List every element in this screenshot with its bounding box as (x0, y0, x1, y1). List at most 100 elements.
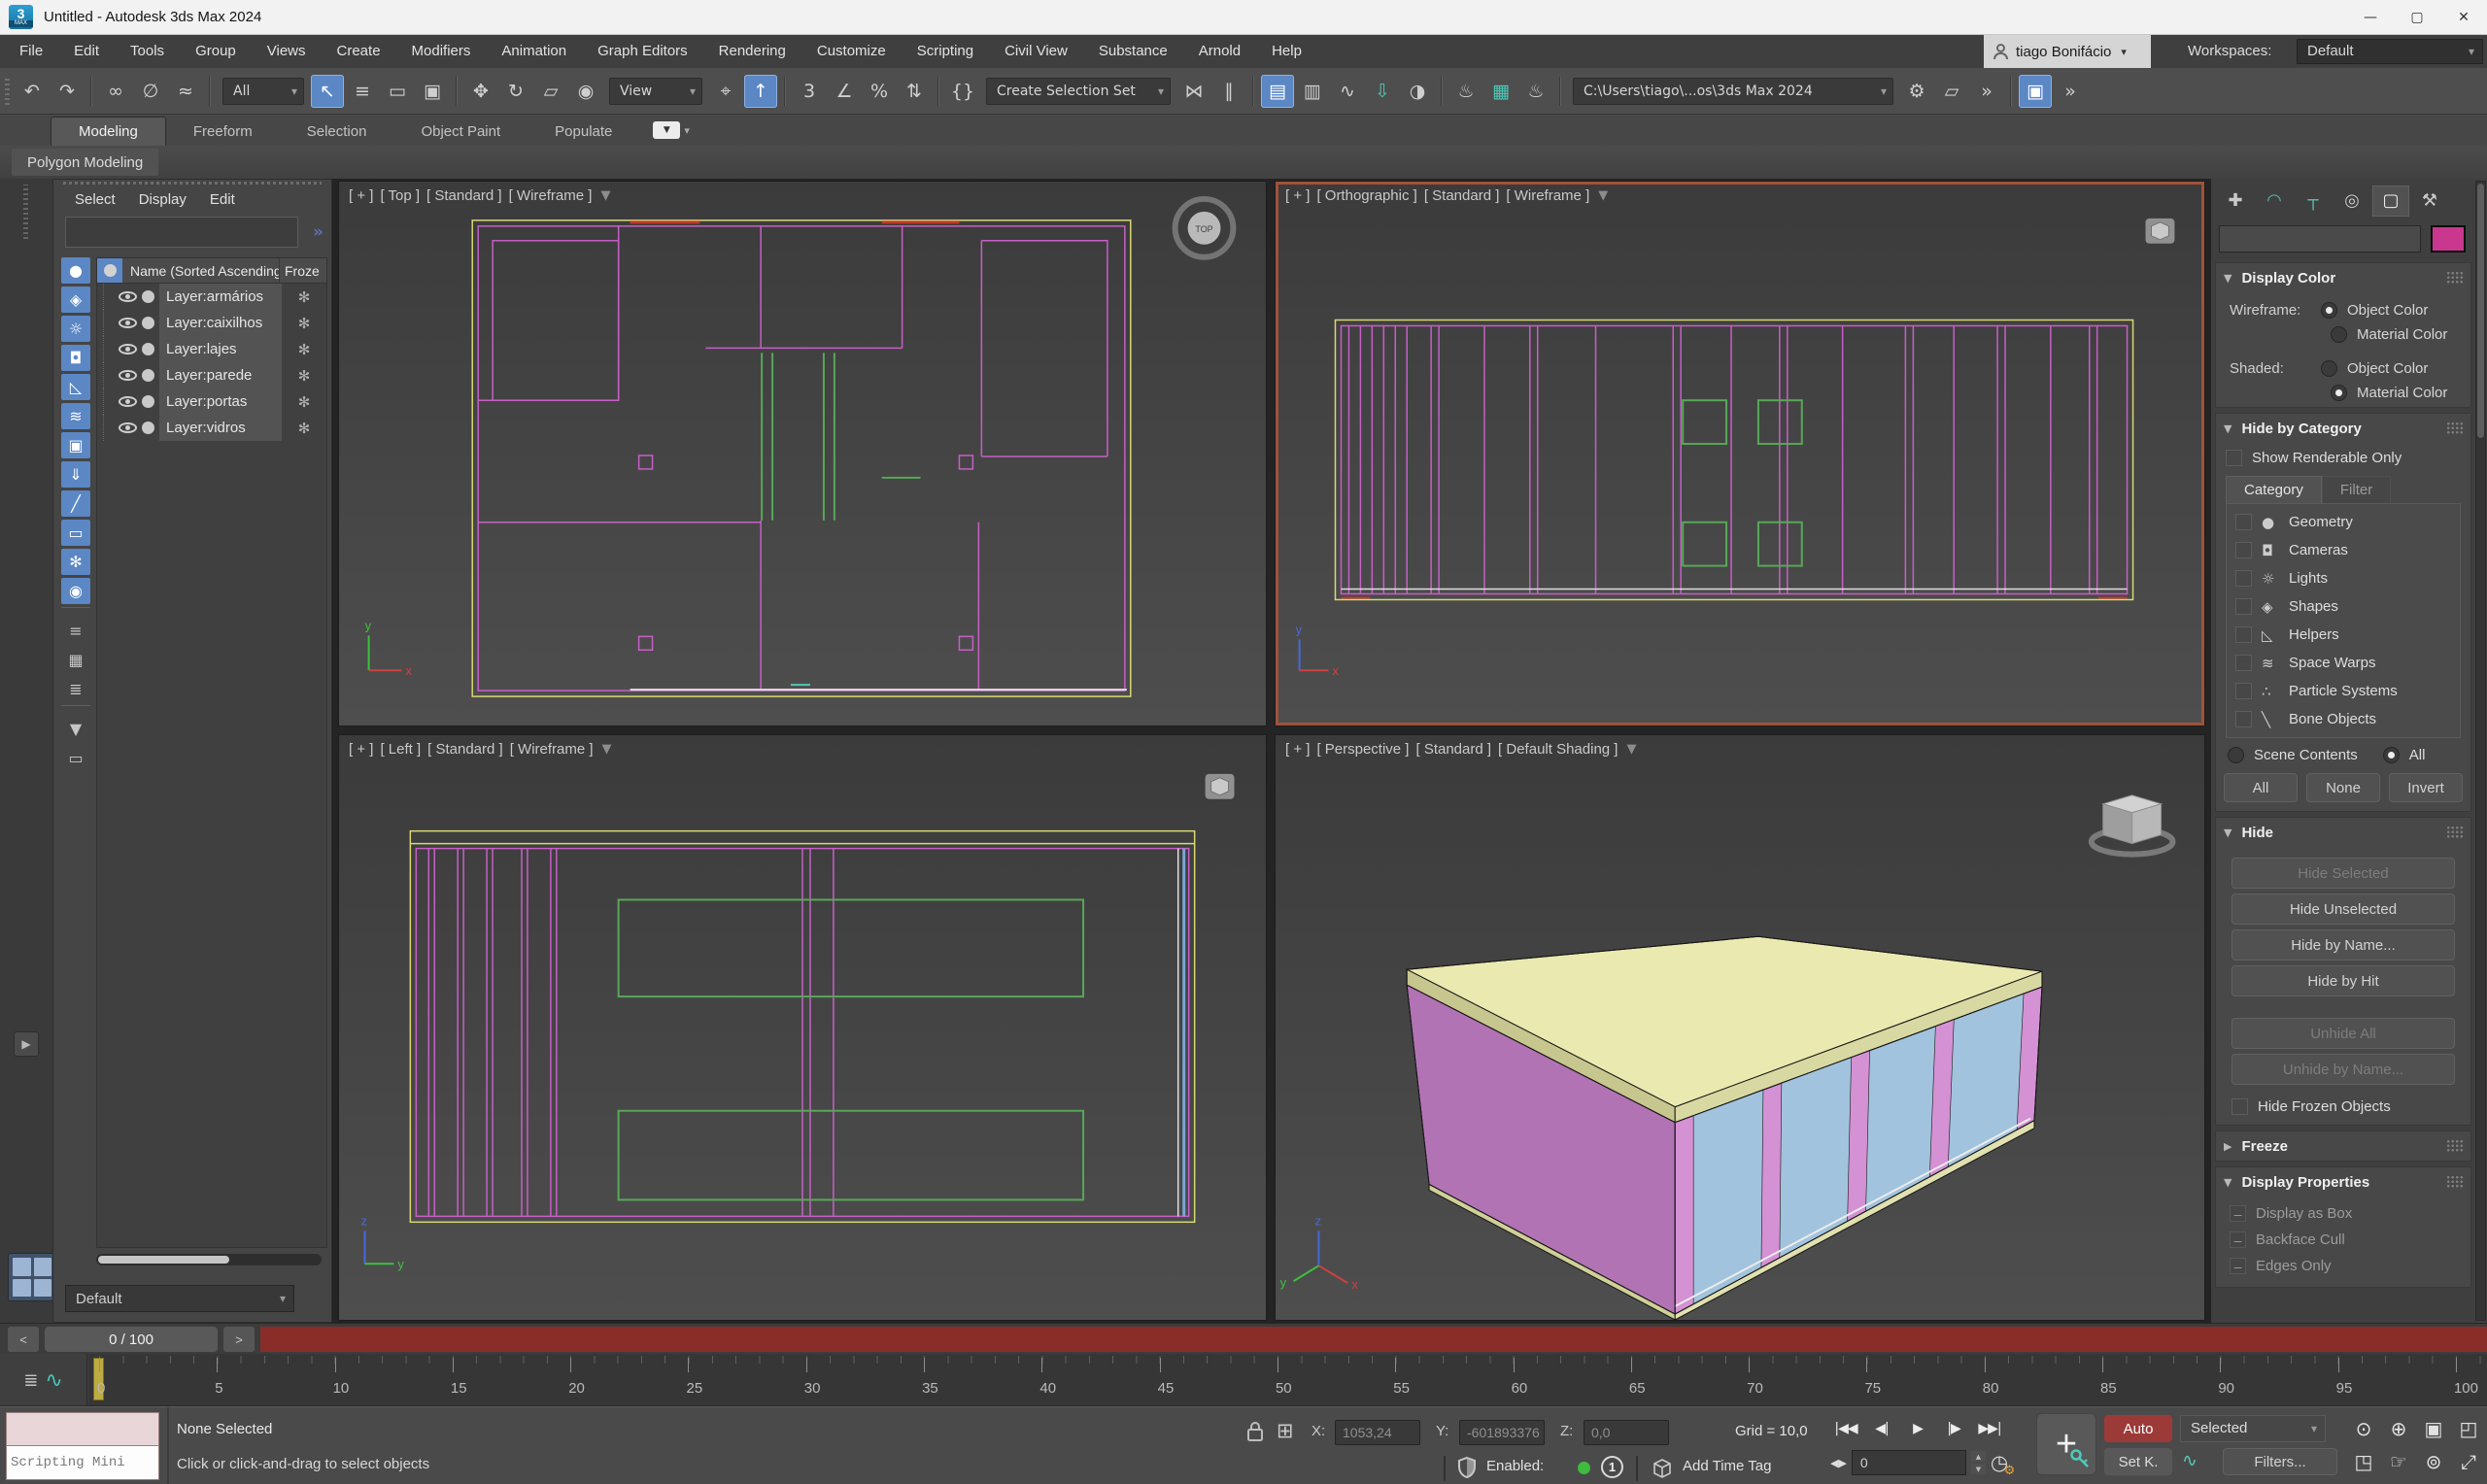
curve-editor-icon[interactable]: ∿ (1331, 75, 1364, 108)
material-editor-icon[interactable]: ◑ (1401, 75, 1434, 108)
reference-coordinate-system-dropdown[interactable]: View (609, 77, 702, 105)
menu-item[interactable]: Graph Editors (582, 35, 703, 68)
name-column-header[interactable]: Name (Sorted Ascending) ▲ (122, 258, 280, 283)
render-dot-icon[interactable] (142, 290, 154, 303)
viewport-orthographic[interactable]: y x [ + ] [ Orthographic ] [ Standard ] [ W… (1275, 181, 2205, 726)
shield-icon[interactable] (1457, 1456, 1477, 1479)
y-coordinate-field[interactable]: -601893376 (1459, 1420, 1545, 1445)
listener-script-row[interactable]: Scripting Mini (6, 1446, 159, 1480)
time-configuration-icon[interactable]: ◷ ⚙ (1991, 1451, 2015, 1478)
close-button[interactable]: ✕ (2440, 0, 2487, 34)
layer-name[interactable]: Layer:vidros (159, 415, 282, 441)
hide-button[interactable]: Hide by Name... (2231, 929, 2455, 961)
menu-item[interactable]: Scripting (902, 35, 989, 68)
category-row[interactable]: ◘ Cameras (2227, 536, 2460, 564)
top-viewport-canvas[interactable]: TOP y x (339, 182, 1266, 725)
redo-icon[interactable]: ↷ (51, 75, 84, 108)
viewport-label-segment[interactable]: [ Wireframe ] (509, 187, 593, 204)
viewport-label-segment[interactable]: [ + ] (1285, 187, 1310, 204)
menu-item[interactable]: Help (1256, 35, 1317, 68)
rectangular-selection-region-icon[interactable]: ▭ (381, 75, 414, 108)
filter-cameras-icon[interactable]: ◘ (61, 345, 90, 371)
ribbon-tab[interactable]: Object Paint (393, 118, 528, 146)
filter-frozen-icon[interactable]: ✻ (61, 549, 90, 575)
indeterminate-checkbox[interactable] (2230, 1205, 2246, 1222)
filter-groups-icon[interactable]: ▣ (61, 432, 90, 458)
set-key-button[interactable]: Set K. (2104, 1448, 2172, 1475)
category-checkbox[interactable] (2235, 570, 2252, 587)
frame-step-icon[interactable]: ◀▶ (1830, 1457, 1847, 1469)
select-and-manipulate-icon[interactable]: ↑ (744, 74, 777, 108)
autosave-indicator-icon[interactable]: ▣ (2019, 74, 2052, 108)
enabled-status-dot[interactable] (1578, 1462, 1590, 1474)
previous-frame-button[interactable]: ◀| (1866, 1415, 1897, 1442)
render-dot-icon[interactable] (142, 369, 154, 382)
display-property-row[interactable]: Display as Box (2216, 1200, 2470, 1227)
frozen-snowflake-icon[interactable]: ✻ (282, 367, 326, 385)
rollout-header[interactable]: ▼ Display Properties (2216, 1167, 2470, 1197)
mini-curve-editor-button[interactable]: ≣ ∿ (0, 1354, 87, 1406)
viewport-label-segment[interactable]: [ + ] (1285, 741, 1310, 758)
hide-button[interactable]: Hide Unselected (2231, 894, 2455, 925)
visibility-eye-icon[interactable] (119, 370, 137, 381)
select-object-icon[interactable]: ↖ (311, 74, 344, 108)
visibility-eye-icon[interactable] (119, 318, 137, 328)
category-checkbox[interactable] (2235, 598, 2252, 615)
layer-name[interactable]: Layer:armários (159, 284, 282, 310)
rollout-header[interactable]: ▼ Hide (2216, 818, 2470, 847)
tab-create[interactable]: ✚ (2217, 186, 2254, 217)
panel-scrollbar[interactable] (2475, 181, 2486, 1321)
workspace-folder-icon[interactable]: ▱ (1935, 75, 1968, 108)
viewport-label-segment[interactable]: [ Standard ] (1424, 187, 1500, 204)
per-view-filter-icon[interactable]: ▼ (1626, 742, 1636, 757)
explorer-view-list-icon[interactable]: ≡ (61, 618, 90, 644)
enabled-count-badge[interactable]: 1 (1601, 1456, 1623, 1478)
toolbar-icon[interactable] (90, 76, 92, 106)
key-tangent-icon[interactable]: ∿ (2182, 1450, 2197, 1471)
render-dot-icon[interactable] (142, 343, 154, 355)
window-crossing-icon[interactable]: ▣ (416, 75, 449, 108)
category-checkbox[interactable] (2235, 683, 2252, 699)
render-dot-icon[interactable] (142, 317, 154, 329)
menu-item[interactable]: Views (252, 35, 322, 68)
toolbar-overflow-right-icon[interactable]: » (2054, 75, 2087, 108)
scene-explorer-menu-item[interactable]: Select (63, 189, 127, 210)
viewport-label-segment[interactable]: [ Orthographic ] (1316, 187, 1416, 204)
drag-grip-icon[interactable] (2446, 826, 2463, 839)
all-radio[interactable] (2382, 747, 2400, 763)
viewport-label-segment[interactable]: [ Wireframe ] (510, 741, 594, 758)
ribbon-tab[interactable]: Selection (280, 118, 394, 146)
frozen-snowflake-icon[interactable]: ✻ (282, 393, 326, 411)
viewport-label-segment[interactable]: [ Standard ] (426, 187, 502, 204)
drag-grip-icon[interactable] (2446, 1175, 2463, 1189)
category-action-button[interactable]: Invert (2389, 773, 2463, 802)
visibility-eye-icon[interactable] (119, 396, 137, 407)
spinner-snap-icon[interactable]: ⇅ (898, 75, 931, 108)
undo-icon[interactable]: ↶ (16, 75, 49, 108)
category-row[interactable]: ◺ Helpers (2227, 621, 2460, 649)
go-to-end-button[interactable]: ▶▶| (1974, 1415, 2005, 1442)
visibility-eye-icon[interactable] (119, 422, 137, 433)
select-by-name-icon[interactable]: ≡ (346, 75, 379, 108)
select-and-scale-icon[interactable]: ▱ (534, 75, 567, 108)
filter-icon[interactable] (61, 705, 90, 713)
next-frame-button[interactable]: |▶ (1938, 1415, 1969, 1442)
frozen-snowflake-icon[interactable]: ✻ (282, 288, 326, 306)
tab-filter[interactable]: Filter (2321, 476, 2392, 503)
menu-item[interactable]: Modifiers (396, 35, 487, 68)
select-and-rotate-icon[interactable]: ↻ (499, 75, 532, 108)
mirror-icon[interactable]: ⋈ (1177, 75, 1210, 108)
filter-lights-icon[interactable]: ☼ (61, 316, 90, 342)
menu-item[interactable]: Create (322, 35, 396, 68)
rollout-header[interactable]: ▶ Freeze (2216, 1131, 2470, 1161)
snaps-toggle-3d-icon[interactable]: 3 (793, 75, 826, 108)
viewport-label-segment[interactable]: [ Left ] (380, 741, 421, 758)
zoom-region-icon[interactable]: ◳ (2347, 1446, 2380, 1477)
unlink-selection-icon[interactable]: ∅ (134, 75, 167, 108)
viewport-label-segment[interactable]: [ Perspective ] (1316, 741, 1409, 758)
display-column-header[interactable] (97, 258, 122, 283)
category-checkbox[interactable] (2235, 542, 2252, 558)
ribbon-minimize-button[interactable]: ▼ (653, 121, 681, 139)
layer-name[interactable]: Layer:lajes (159, 336, 282, 362)
listener-macro-row[interactable] (6, 1412, 159, 1446)
